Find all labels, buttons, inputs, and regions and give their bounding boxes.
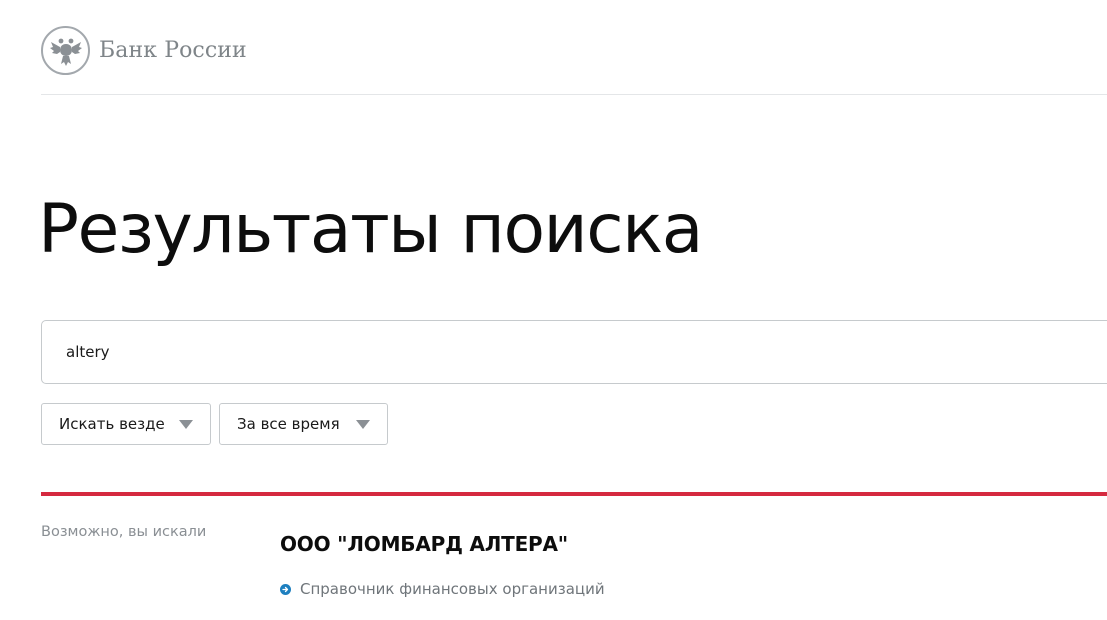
chevron-down-icon bbox=[356, 420, 370, 429]
filter-when-dropdown[interactable]: За все время bbox=[219, 403, 388, 445]
page-title: Результаты поиска bbox=[38, 190, 703, 269]
arrow-right-icon bbox=[280, 583, 291, 595]
filter-when-label: За все время bbox=[237, 415, 340, 433]
filter-where-dropdown[interactable]: Искать везде bbox=[41, 403, 211, 445]
chevron-down-icon bbox=[179, 420, 193, 429]
page: Банк России Результаты поиска Искать вез… bbox=[0, 0, 1107, 620]
bank-name[interactable]: Банк России bbox=[99, 38, 247, 63]
header-divider bbox=[41, 94, 1107, 95]
suggest-label: Возможно, вы искали bbox=[41, 524, 207, 540]
header: Банк России bbox=[41, 26, 247, 75]
result-source-label: Справочник финансовых организаций bbox=[300, 580, 605, 598]
result-source[interactable]: Справочник финансовых организаций bbox=[280, 580, 605, 598]
filter-where-label: Искать везде bbox=[59, 415, 165, 433]
search-box bbox=[41, 320, 1107, 384]
result-title-link[interactable]: ООО "ЛОМБАРД АЛТЕРА" bbox=[280, 532, 568, 556]
bank-emblem-icon[interactable] bbox=[41, 26, 90, 75]
search-input[interactable] bbox=[66, 321, 966, 383]
results-divider bbox=[41, 492, 1107, 496]
